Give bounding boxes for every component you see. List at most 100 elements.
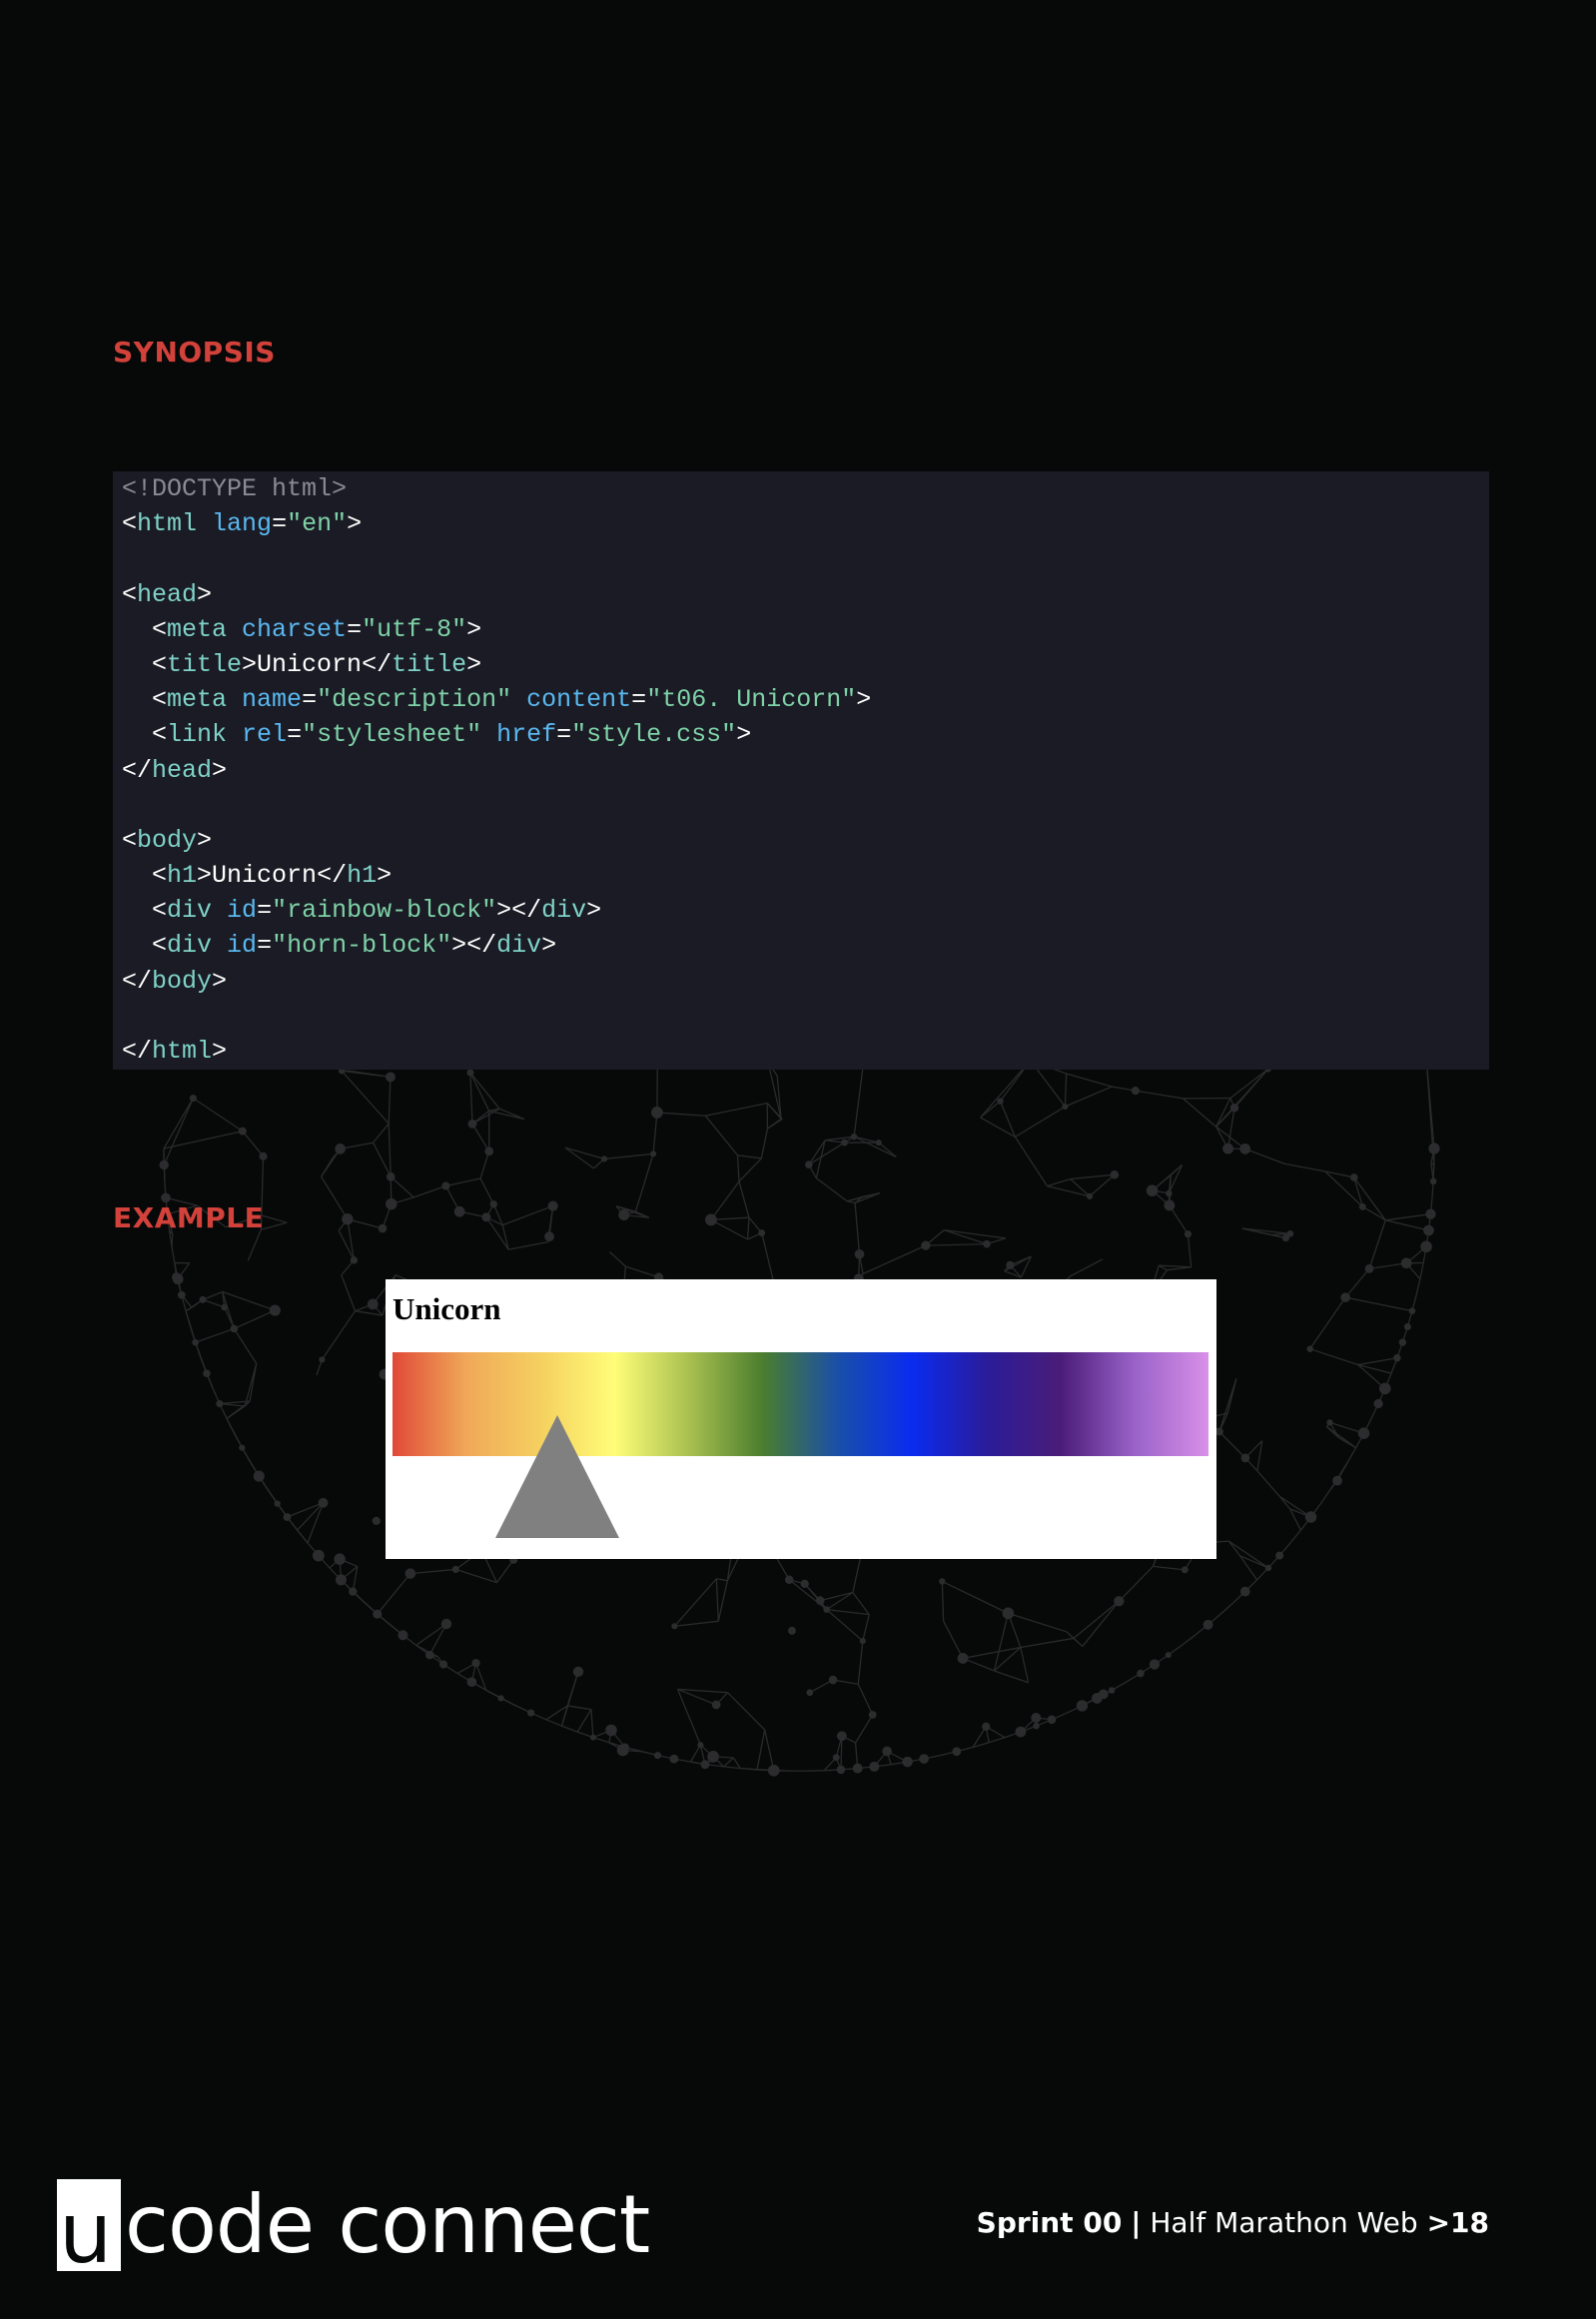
code-token: id [227, 896, 258, 926]
code-token: </ [122, 966, 153, 996]
code-token: > [856, 685, 872, 715]
code-token: < [122, 685, 168, 715]
code-token: name [242, 685, 303, 715]
code-line: <link rel="stylesheet" href="style.css"> [122, 717, 1489, 752]
code-token: h1 [347, 861, 378, 891]
code-token: "stylesheet" [302, 720, 482, 750]
code-token: > [212, 755, 228, 785]
code-token: > [541, 931, 557, 961]
code-token: = [631, 685, 647, 715]
logo-letter: u [59, 2184, 113, 2282]
code-line: <meta name="description" content="t06. U… [122, 682, 1489, 717]
code-token: > [212, 966, 228, 996]
code-token: ></ [496, 896, 542, 926]
code-token: html [152, 1037, 213, 1066]
code-token: > [586, 896, 602, 926]
code-line: <h1>Unicorn</h1> [122, 858, 1489, 893]
code-token: "rainbow-block" [272, 896, 497, 926]
code-line: <title>Unicorn</title> [122, 647, 1489, 682]
code-line: <!DOCTYPE html> [122, 471, 1489, 506]
code-listing: <!DOCTYPE html> <html lang="en"> <head> <m… [122, 471, 1489, 1069]
code-block: <!DOCTYPE html> <html lang="en"> <head> <m… [113, 471, 1489, 1070]
code-token: > [212, 1037, 228, 1066]
code-token: <!DOCTYPE html> [122, 474, 348, 503]
footer-separator: | [1131, 2206, 1142, 2239]
code-token: h1 [167, 861, 198, 891]
footer-page-info: Sprint 00 | Half Marathon Web >18 [977, 2205, 1489, 2241]
code-token: "en" [287, 509, 348, 539]
code-token: meta [167, 685, 228, 715]
code-token: > [466, 649, 482, 679]
code-token: > [466, 614, 482, 644]
code-token: head [137, 579, 198, 609]
code-token: > [377, 861, 393, 891]
page-prefix: > [1426, 2206, 1451, 2239]
code-token: > [242, 649, 258, 679]
course-name: Half Marathon Web [1150, 2206, 1418, 2239]
example-preview: Unicorn [386, 1279, 1216, 1559]
code-token: "description" [317, 685, 512, 715]
code-token: < [122, 861, 168, 891]
code-token: </ [122, 1037, 153, 1066]
code-token: href [496, 720, 557, 750]
code-token: div [167, 896, 213, 926]
logo-u-box: u [57, 2179, 121, 2275]
code-token: = [302, 685, 318, 715]
code-token: < [122, 579, 138, 609]
code-token: = [257, 896, 273, 926]
code-line: </body> [122, 964, 1489, 999]
code-token: "t06. Unicorn" [646, 685, 857, 715]
code-token: "utf-8" [362, 614, 467, 644]
code-token: body [137, 825, 198, 855]
code-token: </ [122, 755, 153, 785]
code-token: link [167, 720, 228, 750]
code-line: </head> [122, 753, 1489, 788]
code-line: <div id="horn-block"></div> [122, 928, 1489, 963]
code-token: > [347, 509, 363, 539]
sprint-label: Sprint 00 [976, 2206, 1123, 2239]
code-token: Unicorn [212, 861, 318, 891]
page-number: 18 [1450, 2206, 1489, 2239]
code-token: charset [242, 614, 348, 644]
code-token: < [122, 649, 168, 679]
code-line: <html lang="en"> [122, 506, 1489, 541]
code-token: title [167, 649, 243, 679]
code-token: </ [362, 649, 393, 679]
code-token: html [137, 509, 198, 539]
code-token: body [152, 966, 213, 996]
code-line: <body> [122, 823, 1489, 858]
synopsis-title: SYNOPSIS [113, 336, 276, 369]
code-token: meta [167, 614, 228, 644]
code-token: = [556, 720, 572, 750]
code-token: = [257, 931, 273, 961]
code-token: = [347, 614, 363, 644]
code-token: content [526, 685, 632, 715]
code-token: < [122, 509, 138, 539]
code-token: lang [212, 509, 273, 539]
code-token: < [122, 614, 168, 644]
horn-block [495, 1415, 619, 1538]
code-token: > [197, 861, 213, 891]
code-token: div [541, 896, 587, 926]
code-token: = [287, 720, 303, 750]
code-line: <meta charset="utf-8"> [122, 612, 1489, 647]
code-token: div [496, 931, 542, 961]
code-token: "horn-block" [272, 931, 452, 961]
code-line: <div id="rainbow-block"></div> [122, 893, 1489, 928]
code-token: div [167, 931, 213, 961]
code-line: <head> [122, 577, 1489, 612]
code-token: < [122, 720, 168, 750]
code-token: title [392, 649, 467, 679]
code-token: ></ [451, 931, 497, 961]
code-token: = [272, 509, 288, 539]
code-token: id [227, 931, 258, 961]
